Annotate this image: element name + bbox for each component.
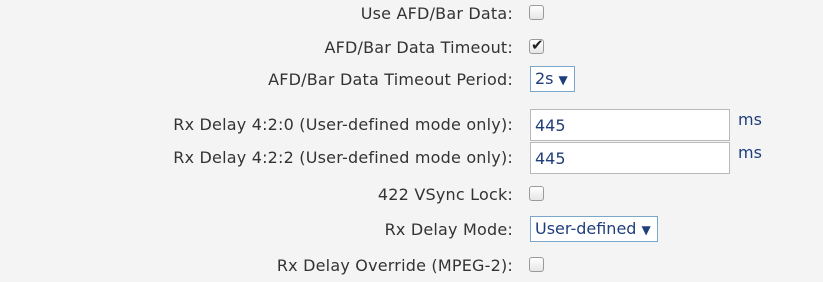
rx-delay-override-checkbox[interactable] (529, 257, 544, 272)
timeout-period-select[interactable]: 2s ▼ (530, 66, 575, 92)
row-afd-bar-data-timeout: AFD/Bar Data Timeout: ✔ (0, 31, 823, 65)
vsync-lock-422-checkbox[interactable] (529, 186, 544, 201)
dropdown-arrow-icon: ▼ (558, 73, 568, 87)
afd-bar-data-timeout-label: AFD/Bar Data Timeout: (324, 38, 513, 57)
rx-delay-mode-select[interactable]: User-defined ▼ (530, 216, 658, 242)
checkmark-icon: ✔ (531, 36, 544, 54)
rx-delay-mode-label: Rx Delay Mode: (384, 220, 513, 239)
use-afd-bar-data-checkbox[interactable] (529, 5, 544, 20)
rx-delay-422-unit: ms (738, 143, 762, 162)
row-rx-delay-override: Rx Delay Override (MPEG-2): (0, 249, 823, 282)
afd-bar-data-timeout-period-label: AFD/Bar Data Timeout Period: (268, 70, 513, 89)
row-rx-delay-420: Rx Delay 4:2:0 (User-defined mode only):… (0, 108, 823, 142)
rx-delay-420-input[interactable] (530, 109, 730, 141)
row-rx-delay-mode: Rx Delay Mode: User-defined ▼ (0, 213, 823, 247)
row-422-vsync-lock: 422 VSync Lock: (0, 178, 823, 212)
settings-form: Use AFD/Bar Data: AFD/Bar Data Timeout: … (0, 0, 823, 282)
rx-delay-420-label: Rx Delay 4:2:0 (User-defined mode only): (173, 115, 513, 134)
rx-delay-mode-value: User-defined (535, 219, 637, 238)
rx-delay-420-unit: ms (738, 110, 762, 129)
dropdown-arrow-icon: ▼ (641, 223, 651, 237)
rx-delay-override-label: Rx Delay Override (MPEG-2): (276, 256, 513, 275)
row-afd-bar-data-timeout-period: AFD/Bar Data Timeout Period: 2s ▼ (0, 63, 823, 97)
row-rx-delay-422: Rx Delay 4:2:2 (User-defined mode only):… (0, 141, 823, 175)
rx-delay-422-input[interactable] (530, 142, 730, 174)
timeout-period-value: 2s (535, 69, 554, 88)
use-afd-bar-data-label: Use AFD/Bar Data: (360, 4, 513, 23)
rx-delay-422-label: Rx Delay 4:2:2 (User-defined mode only): (173, 148, 513, 167)
vsync-lock-422-label: 422 VSync Lock: (377, 185, 513, 204)
afd-bar-data-timeout-checkbox[interactable]: ✔ (529, 36, 544, 54)
row-use-afd-bar-data: Use AFD/Bar Data: (0, 0, 823, 31)
